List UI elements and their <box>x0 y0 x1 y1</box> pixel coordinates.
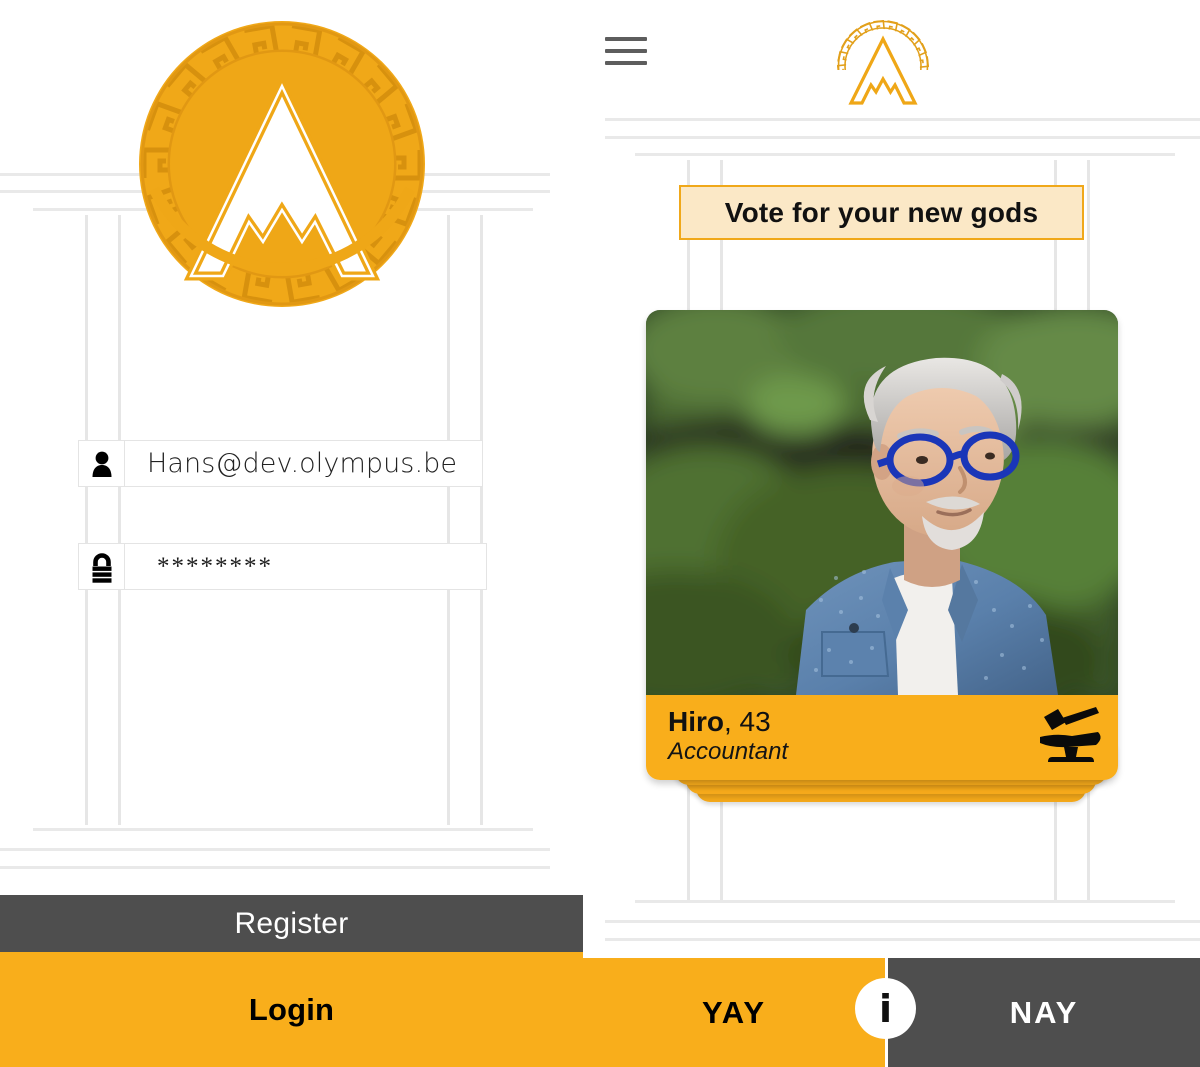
temple-line <box>0 848 550 851</box>
vote-banner-label: Vote for your new gods <box>724 196 1039 228</box>
profile-photo <box>646 310 1118 695</box>
temple-column <box>447 215 450 825</box>
temple-column <box>118 215 121 825</box>
login-button[interactable]: Login <box>0 952 583 1067</box>
login-button-label: Login <box>248 991 335 1027</box>
password-input-value: ******** <box>157 553 273 580</box>
olympus-mountain-medallion-logo <box>137 14 427 314</box>
email-field-row[interactable]: Hans@dev.olympus.be <box>78 440 483 487</box>
email-input[interactable]: Hans@dev.olympus.be <box>125 440 483 487</box>
temple-line <box>605 118 1200 121</box>
yay-button[interactable]: YAY <box>583 958 885 1067</box>
profile-name: Hiro <box>668 706 724 737</box>
vote-banner[interactable]: Vote for your new gods <box>679 185 1084 240</box>
temple-line <box>605 920 1200 923</box>
nay-button-label: NAY <box>1009 994 1079 1030</box>
temple-line <box>0 866 550 869</box>
password-input[interactable]: ******** <box>125 543 487 590</box>
nay-button[interactable]: NAY <box>888 958 1200 1067</box>
info-circle-icon[interactable]: i <box>855 978 916 1039</box>
hammer-and-anvil-icon <box>1038 705 1104 767</box>
hamburger-bar <box>605 49 647 53</box>
lock-icon <box>78 543 125 590</box>
hamburger-menu-icon[interactable] <box>605 30 647 72</box>
temple-line <box>605 938 1200 941</box>
register-button-label: Register <box>234 906 349 940</box>
login-panel: Hans@dev.olympus.be ******** Register Lo… <box>0 0 583 1067</box>
vote-panel: Vote for your new gods Hiro, 43 Accounta… <box>583 0 1200 1067</box>
temple-line <box>605 136 1200 139</box>
app-root: Hans@dev.olympus.be ******** Register Lo… <box>0 0 1200 1067</box>
password-field-row[interactable]: ******** <box>78 543 487 590</box>
olympus-mountain-outline-logo <box>831 18 935 106</box>
person-icon <box>78 440 125 487</box>
temple-line <box>635 900 1175 903</box>
register-button[interactable]: Register <box>0 895 583 952</box>
temple-line <box>635 153 1175 156</box>
email-input-value: Hans@dev.olympus.be <box>147 448 458 479</box>
info-button-label: i <box>878 986 893 1031</box>
hamburger-bar <box>605 61 647 65</box>
hamburger-bar <box>605 37 647 41</box>
temple-column <box>85 215 88 825</box>
profile-age: , 43 <box>724 706 771 737</box>
profile-card[interactable]: Hiro, 43 Accountant <box>646 310 1118 780</box>
temple-line <box>33 828 533 831</box>
yay-button-label: YAY <box>701 994 767 1030</box>
vote-actions-bar: YAY NAY i <box>583 958 1200 1067</box>
profile-info-bar: Hiro, 43 Accountant <box>646 695 1118 780</box>
profile-card-deck: Hiro, 43 Accountant <box>583 310 1200 850</box>
temple-column <box>480 215 483 825</box>
